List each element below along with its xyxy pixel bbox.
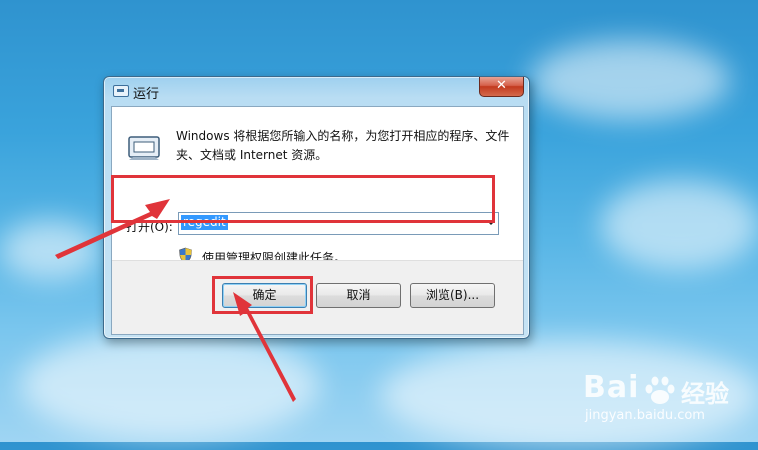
arrow-to-ok-icon: [233, 292, 296, 402]
watermark-url: jingyan.baidu.com: [585, 408, 705, 423]
baidu-watermark: Bai 经验 jingyan.baidu.com: [583, 370, 748, 432]
baidu-paw-icon: [645, 376, 675, 404]
watermark-brand: Bai: [583, 370, 640, 405]
arrow-to-input-icon: [55, 199, 170, 259]
watermark-brand-cn: 经验: [681, 380, 729, 408]
